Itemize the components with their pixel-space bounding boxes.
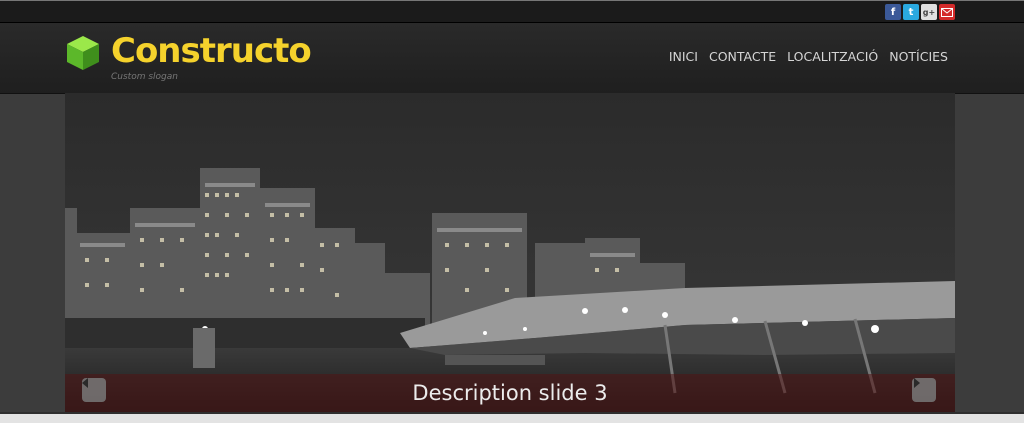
site-logo[interactable]: Constructo (111, 31, 312, 71)
image-slider[interactable]: Description slide 3 (65, 93, 955, 412)
site-slogan: Custom slogan (111, 72, 178, 82)
slide-caption-text: Description slide 3 (412, 381, 608, 405)
chevron-left-icon (82, 378, 88, 388)
slide-image (65, 93, 955, 412)
nav-item-inici[interactable]: INICI (669, 49, 698, 64)
green-cube-icon[interactable] (66, 35, 100, 75)
mail-icon[interactable] (939, 4, 955, 20)
slider-next-button[interactable] (912, 378, 936, 402)
top-bar: f t g+ (0, 0, 1024, 23)
slide-caption: Description slide 3 (65, 374, 955, 412)
bottom-strip (0, 412, 1024, 423)
nav-item-noticies[interactable]: NOTÍCIES (889, 49, 948, 64)
main-nav: INICI CONTACTE LOCALITZACIÓ NOTÍCIES (669, 49, 948, 64)
nav-item-contacte[interactable]: CONTACTE (709, 49, 776, 64)
chevron-right-icon (914, 378, 920, 388)
site-header: Constructo Custom slogan INICI CONTACTE … (0, 23, 1024, 94)
slider-prev-button[interactable] (82, 378, 106, 402)
twitter-icon[interactable]: t (903, 4, 919, 20)
nav-item-localitzacio[interactable]: LOCALITZACIÓ (787, 49, 878, 64)
social-links: f t g+ (885, 4, 955, 20)
googleplus-icon[interactable]: g+ (921, 4, 937, 20)
facebook-icon[interactable]: f (885, 4, 901, 20)
